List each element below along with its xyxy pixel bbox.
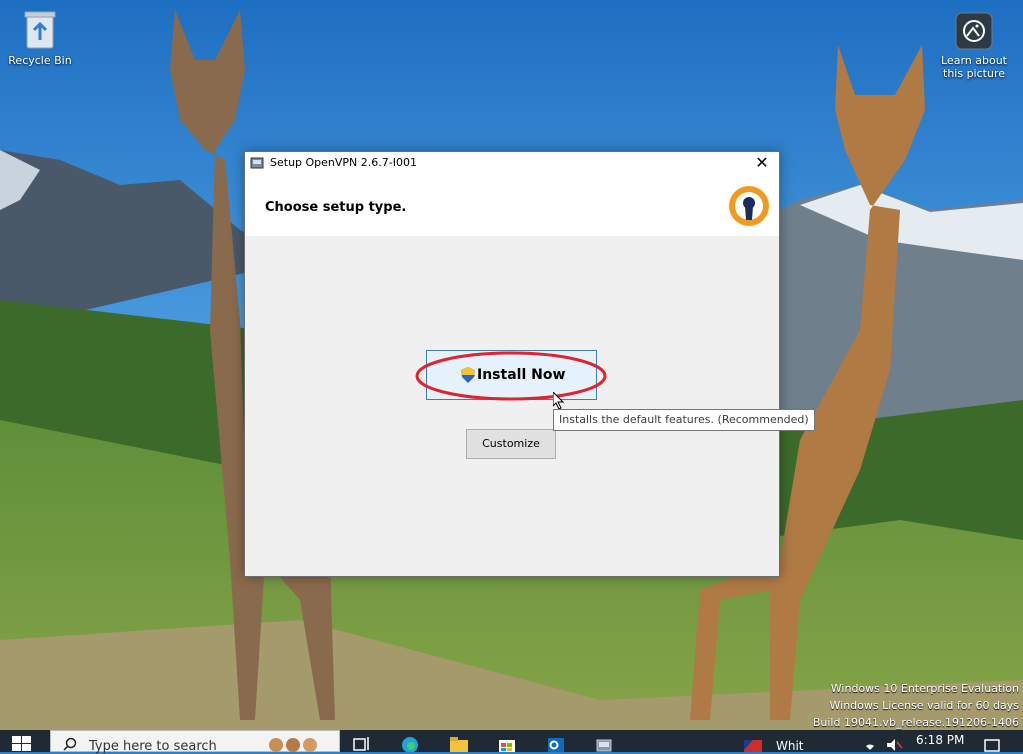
file-explorer-icon[interactable] — [449, 734, 469, 752]
windows-start-icon[interactable] — [12, 736, 32, 752]
watermark-line2: Windows License valid for 60 days — [829, 699, 1020, 712]
setup-app-icon — [250, 157, 264, 169]
recycle-bin-label: Recycle Bin — [8, 54, 72, 67]
edge-icon[interactable] — [400, 734, 420, 752]
learn-about-label-line1: Learn about — [941, 54, 1007, 67]
openvpn-logo — [729, 186, 769, 226]
annotation-ellipse — [415, 351, 607, 401]
dialog-title: Setup OpenVPN 2.6.7-I001 — [270, 156, 417, 169]
setup-taskbar-icon[interactable] — [594, 734, 614, 752]
recycle-bin-shortcut[interactable]: Recycle Bin — [2, 8, 78, 67]
mlb-icon[interactable] — [743, 734, 763, 752]
mouse-cursor-icon — [553, 392, 565, 410]
news-widget-text[interactable]: Whit — [776, 739, 804, 753]
setup-heading: Choose setup type. — [265, 200, 407, 215]
dialog-header: Choose setup type. — [245, 174, 779, 236]
learn-about-picture-icon — [955, 12, 993, 50]
task-view-icon[interactable] — [352, 734, 372, 752]
customize-button[interactable]: Customize — [466, 429, 556, 459]
dialog-titlebar[interactable]: Setup OpenVPN 2.6.7-I001 ✕ — [245, 152, 779, 174]
outlook-icon[interactable] — [546, 734, 566, 752]
notification-icon[interactable] — [982, 734, 1002, 752]
recycle-bin-icon — [22, 8, 58, 50]
store-icon[interactable] — [497, 734, 517, 752]
setup-dialog: Setup OpenVPN 2.6.7-I001 ✕ Choose setup … — [244, 151, 780, 577]
watermark-line3: Build 19041.vb_release.191206-1406 — [812, 716, 1019, 729]
watermark-line1: Windows 10 Enterprise Evaluation — [830, 682, 1019, 695]
wifi-icon[interactable] — [860, 734, 880, 752]
volume-icon[interactable] — [884, 734, 904, 752]
windows-watermark: Windows 10 Enterprise Evaluation Windows… — [813, 680, 1019, 731]
taskbar-search-box[interactable]: Type here to search — [50, 730, 340, 754]
install-tooltip: Installs the default features. (Recommen… — [553, 409, 815, 431]
learn-about-label-line2: this picture — [943, 67, 1005, 80]
dialog-body: Install Now Customize — [245, 236, 779, 574]
clock-time[interactable]: 6:18 PM — [916, 733, 964, 747]
taskbar: Type here to search Whit 6:18 PM — [0, 730, 1023, 754]
search-highlight-image — [269, 738, 317, 752]
learn-about-picture-shortcut[interactable]: Learn about this picture — [936, 12, 1012, 80]
search-icon — [63, 737, 77, 751]
close-button[interactable]: ✕ — [745, 152, 779, 174]
